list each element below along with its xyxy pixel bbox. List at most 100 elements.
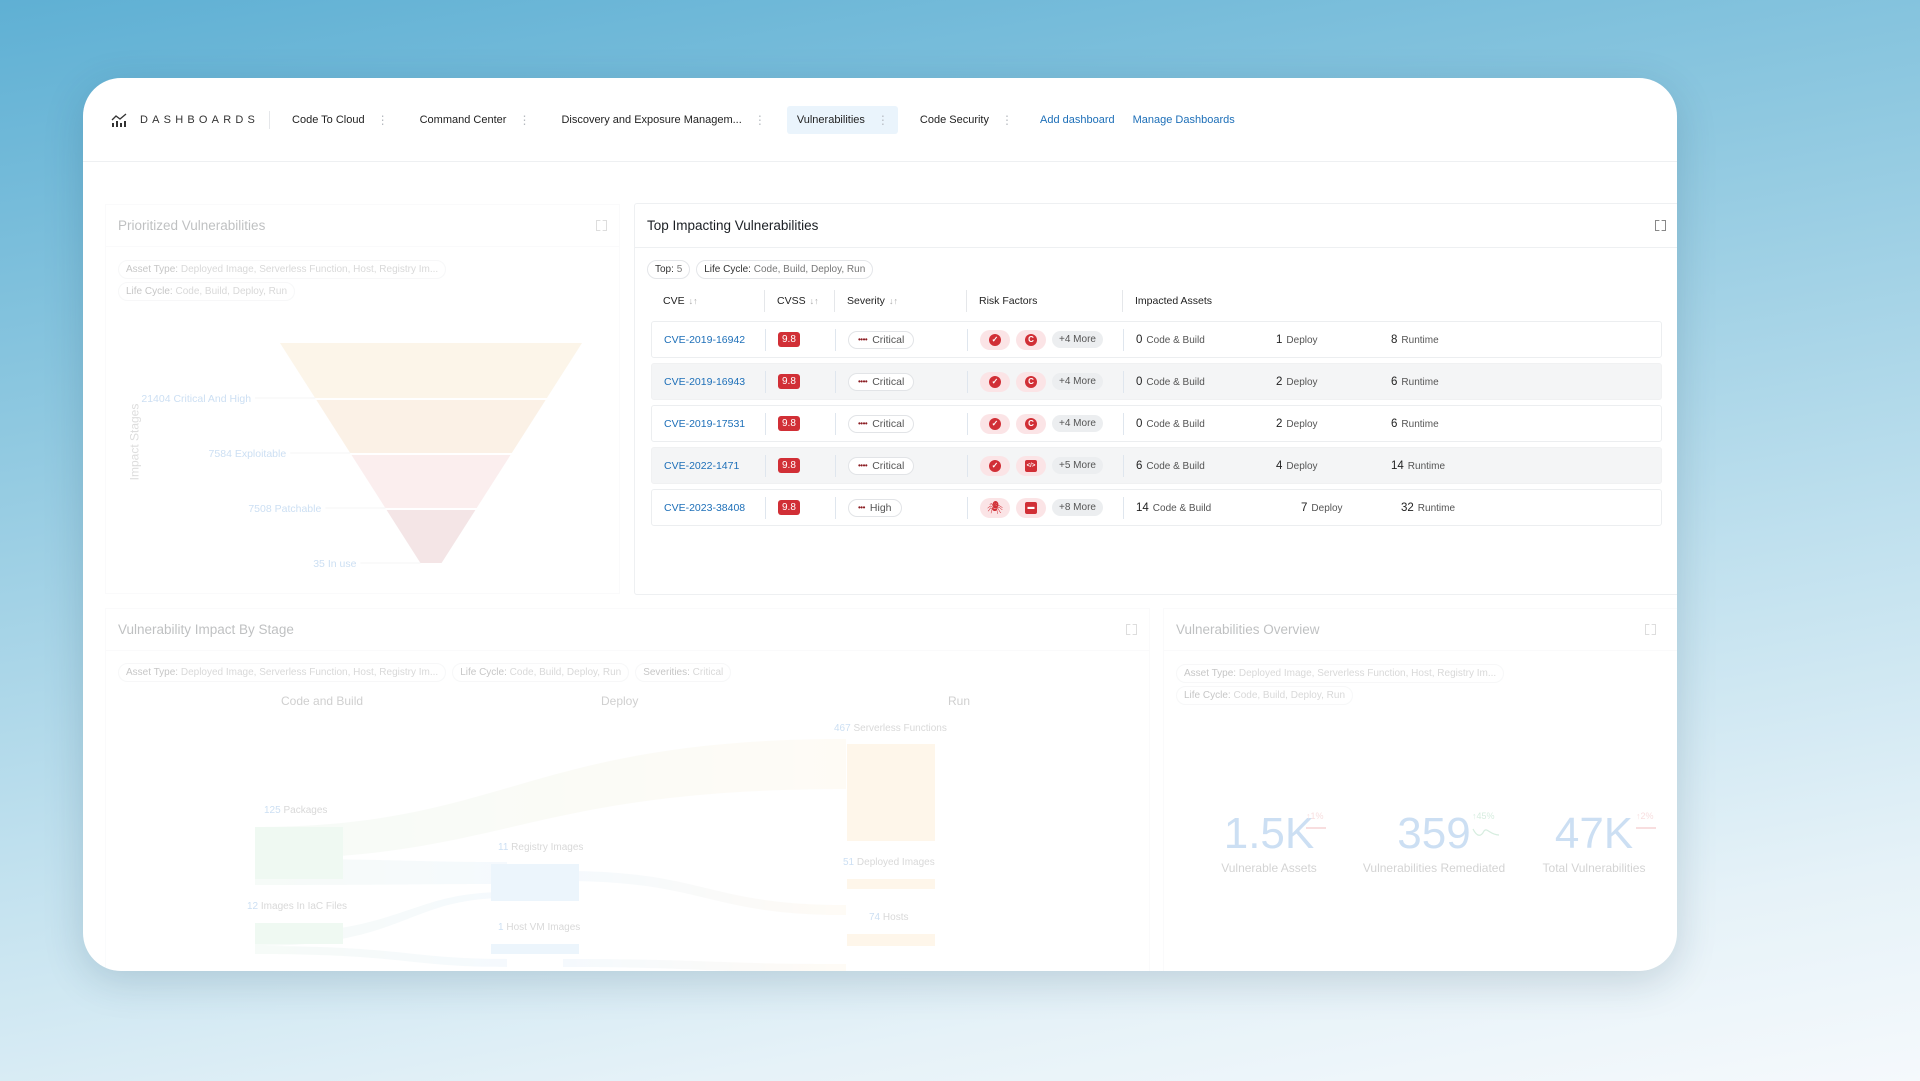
funnel-segment	[316, 400, 546, 453]
top-impacting-vulnerabilities-widget: Top Impacting Vulnerabilities Top: 5 Lif…	[634, 203, 1677, 595]
sankey-label-packages: 125 Packages	[264, 805, 328, 816]
kpi-vulnerable-assets[interactable]: 1.5K ↑1% Vulnerable Assets	[1194, 809, 1344, 875]
tab-label: Discovery and Exposure Managem...	[561, 113, 742, 126]
more-risk-factors-button[interactable]: +4 More	[1052, 373, 1103, 390]
widget-title: Top Impacting Vulnerabilities	[647, 218, 819, 233]
tab-code-to-cloud[interactable]: Code To Cloud ⋮	[282, 106, 398, 134]
table-row[interactable]: CVE-2019-17531 9.8 •••• Critical ✓ C +4 More 0 C…	[651, 405, 1662, 442]
trend-line-icon	[1636, 827, 1656, 829]
kebab-menu-icon[interactable]: ⋮	[518, 114, 530, 126]
kpi-total-vulnerabilities[interactable]: 47K ↑2% Total Vulnerabilities	[1524, 809, 1664, 875]
sankey-node-hostvm	[491, 944, 579, 954]
critical-severity-icon: C	[1025, 333, 1037, 346]
kpi-vulnerabilities-remediated[interactable]: 359 ↑45% Vulnerabilities Remediated	[1354, 809, 1514, 875]
risk-factor-badge[interactable]: ✓	[980, 455, 1010, 476]
risk-factor-badge[interactable]: ✓	[980, 371, 1010, 392]
table-row[interactable]: CVE-2019-16943 9.8 •••• Critical ✓ C +4 More 0 C…	[651, 363, 1662, 400]
cvss-score-badge: 9.8	[778, 332, 800, 347]
funnel-label: 7584 Exploitable	[209, 448, 287, 460]
sort-icon: ↓↑	[888, 296, 898, 306]
column-header-impacted-assets: Impacted Assets	[1135, 295, 1213, 307]
risk-factor-badge[interactable]: ▬	[1016, 497, 1046, 518]
sankey-chart: Code and Build Deploy Run	[255, 694, 970, 971]
asset-count-code-build: 0 Code & Build	[1136, 375, 1205, 388]
asset-count-runtime: 32 Runtime	[1401, 501, 1456, 514]
asset-count-code-build: 14 Code & Build	[1136, 501, 1212, 514]
table-header: CVE ↓↑ CVSS ↓↑ Severity ↓↑ Risk Factors Imp…	[651, 290, 1662, 312]
brand-label: DASHBOARDS	[140, 113, 260, 126]
tab-label: Command Center	[419, 113, 507, 126]
more-risk-factors-button[interactable]: +8 More	[1052, 499, 1103, 516]
filter-chip-life-cycle[interactable]: Life Cycle: Code, Build, Deploy, Run	[1176, 686, 1354, 705]
more-risk-factors-button[interactable]: +4 More	[1052, 415, 1103, 432]
cvss-score-badge: 9.8	[778, 458, 800, 473]
kebab-menu-icon[interactable]: ⋮	[377, 114, 389, 126]
funnel-segment	[386, 510, 476, 563]
cve-link[interactable]: CVE-2019-17531	[664, 418, 745, 430]
severity-badge: •••• Critical	[848, 456, 915, 475]
risk-factor-badge[interactable]: 🕷	[980, 497, 1010, 518]
risk-factor-badge[interactable]: C	[1016, 413, 1046, 434]
remote-execution-icon: </>	[1025, 459, 1037, 472]
tab-code-security[interactable]: Code Security ⋮	[910, 106, 1022, 134]
column-header-severity[interactable]: Severity ↓↑	[835, 290, 967, 312]
kebab-menu-icon[interactable]: ⋮	[754, 114, 766, 126]
sankey-node-hosts	[847, 934, 935, 946]
filter-chip-life-cycle[interactable]: Life Cycle: Code, Build, Deploy, Run	[696, 260, 874, 279]
dashboards-brand: DASHBOARDS	[111, 110, 271, 129]
expand-icon[interactable]	[1655, 220, 1666, 231]
tab-command-center[interactable]: Command Center ⋮	[410, 106, 540, 134]
risk-factor-badge[interactable]: C	[1016, 371, 1046, 392]
trend-line-icon	[1306, 827, 1326, 829]
column-header-cve[interactable]: CVE ↓↑	[651, 290, 765, 312]
kebab-menu-icon[interactable]: ⋮	[877, 114, 889, 126]
cvss-score-badge: 9.8	[778, 500, 800, 515]
filter-chips: Top: 5 Life Cycle: Code, Build, Deploy, …	[647, 260, 874, 279]
severity-dots-icon: ••••	[858, 461, 868, 470]
cve-link[interactable]: CVE-2019-16942	[664, 334, 745, 346]
trend-delta: ↑1%	[1306, 811, 1324, 821]
filter-chip-top[interactable]: Top: 5	[647, 260, 691, 279]
filter-chip-asset-type[interactable]: Asset Type: Deployed Image, Serverless F…	[1176, 664, 1505, 683]
kebab-menu-icon[interactable]: ⋮	[1001, 114, 1013, 126]
table-row[interactable]: CVE-2019-16942 9.8 •••• Critical ✓ C +4 More 0 C…	[651, 321, 1662, 358]
severity-dots-icon: ••••	[858, 419, 868, 428]
asset-count-runtime: 14 Runtime	[1391, 459, 1446, 472]
cvss-score-badge: 9.8	[778, 416, 800, 431]
cve-link[interactable]: CVE-2019-16943	[664, 376, 745, 388]
tab-label: Code To Cloud	[292, 113, 365, 126]
sankey-label-deployed: 51 Deployed Images	[843, 857, 935, 868]
tab-label: Vulnerabilities	[796, 113, 865, 126]
cve-link[interactable]: CVE-2022-1471	[664, 460, 739, 472]
more-risk-factors-button[interactable]: +4 More	[1052, 331, 1103, 348]
sankey-label-registry: 11 Registry Images	[498, 842, 584, 853]
expand-icon[interactable]	[1645, 624, 1656, 635]
sankey-node-registry	[491, 864, 579, 901]
package-icon: ▬	[1025, 501, 1037, 514]
tab-vulnerabilities[interactable]: Vulnerabilities ⋮	[786, 105, 898, 134]
severity-dots-icon: ••••	[858, 335, 868, 344]
manage-dashboards-link[interactable]: Manage Dashboards	[1133, 114, 1235, 126]
column-header-risk-factors: Risk Factors	[967, 290, 1123, 312]
column-header-cvss[interactable]: CVSS ↓↑	[765, 290, 835, 312]
stage-label: Deploy	[601, 694, 638, 708]
widget-title: Vulnerabilities Overview	[1176, 622, 1320, 637]
sankey-label-iac: 12 Images In IaC Files	[247, 901, 348, 912]
risk-factor-badge[interactable]: ✓	[980, 329, 1010, 350]
risk-factor-badge[interactable]: </>	[1016, 455, 1046, 476]
cvss-score-badge: 9.8	[778, 374, 800, 389]
more-risk-factors-button[interactable]: +5 More	[1052, 457, 1103, 474]
funnel-chart: 21404 Critical And High 7584 Exploitable 7…	[141, 343, 582, 570]
table-row[interactable]: CVE-2023-38408 9.8 ••• High 🕷 ▬ +8 More 14 Code …	[651, 489, 1662, 526]
add-dashboard-link[interactable]: Add dashboard	[1040, 114, 1115, 126]
tab-discovery-exposure[interactable]: Discovery and Exposure Managem... ⋮	[551, 106, 774, 134]
risk-factor-badge[interactable]: ✓	[980, 413, 1010, 434]
verified-exploit-icon: ✓	[989, 417, 1001, 430]
funnel-segment	[351, 455, 511, 508]
risk-factor-badge[interactable]: C	[1016, 329, 1046, 350]
vulnerability-impact-by-stage-widget: Vulnerability Impact By Stage Asset Type…	[105, 608, 1150, 971]
cve-link[interactable]: CVE-2023-38408	[664, 502, 745, 514]
tab-label: Code Security	[919, 113, 989, 126]
sankey-node-iac	[255, 923, 343, 944]
table-row[interactable]: CVE-2022-1471 9.8 •••• Critical ✓ </> +5 More 6…	[651, 447, 1662, 484]
